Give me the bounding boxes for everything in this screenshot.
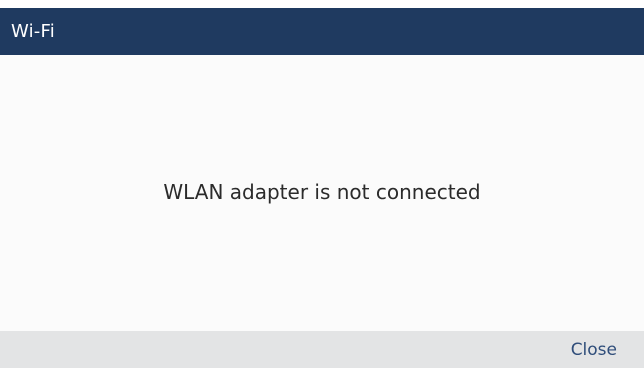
- status-message: WLAN adapter is not connected: [163, 180, 481, 204]
- wifi-screen: Wi-Fi WLAN adapter is not connected Clos…: [0, 0, 644, 368]
- title-bar: Wi-Fi: [0, 8, 644, 55]
- content-area: WLAN adapter is not connected: [0, 55, 644, 331]
- close-button[interactable]: Close: [551, 331, 644, 368]
- page-title: Wi-Fi: [11, 21, 55, 42]
- softkey-bar: Close: [0, 331, 644, 368]
- top-margin: [0, 0, 644, 8]
